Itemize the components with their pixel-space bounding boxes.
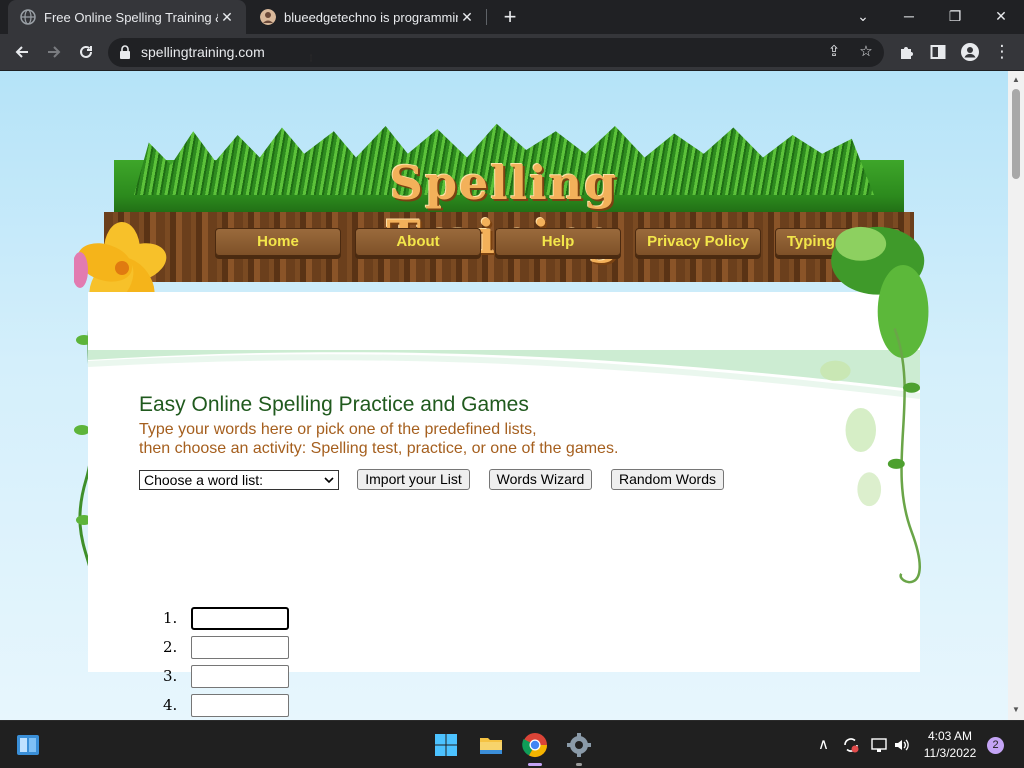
side-panel-icon[interactable] xyxy=(924,38,952,66)
notification-badge[interactable]: 2 xyxy=(987,737,1004,754)
words-wizard-button[interactable]: Words Wizard xyxy=(489,469,592,490)
close-window-button[interactable]: ✕ xyxy=(978,0,1024,34)
chevron-down-icon xyxy=(324,477,334,484)
tab-strip: Free Online Spelling Training & G ✕ blue… xyxy=(0,0,1024,34)
reload-icon[interactable] xyxy=(72,38,100,66)
close-tab-icon[interactable]: ✕ xyxy=(458,9,476,26)
lock-icon xyxy=(120,45,130,59)
page-heading: Easy Online Spelling Practice and Games xyxy=(139,393,529,416)
scroll-up-icon[interactable]: ▲ xyxy=(1008,75,1024,84)
word-list-select[interactable]: Choose a word list: xyxy=(139,470,339,490)
widgets-icon[interactable] xyxy=(14,731,42,759)
network-icon[interactable] xyxy=(870,736,888,754)
tab-search-button[interactable]: ⌄ xyxy=(840,0,886,34)
page-viewport: Spelling Training Home About Help Privac… xyxy=(0,71,1008,720)
settings-gear-icon[interactable] xyxy=(565,731,593,759)
text-cursor-icon xyxy=(310,54,312,62)
row-number: 3. xyxy=(163,667,178,685)
profile-avatar-icon[interactable] xyxy=(956,38,984,66)
close-tab-icon[interactable]: ✕ xyxy=(218,9,236,26)
globe-icon xyxy=(20,9,36,25)
extensions-puzzle-icon[interactable] xyxy=(892,38,920,66)
pink-petal-icon xyxy=(74,252,88,288)
row-number: 4. xyxy=(163,696,178,714)
file-explorer-icon[interactable] xyxy=(477,731,505,759)
active-app-indicator xyxy=(528,763,542,766)
clock-date: 11/3/2022 xyxy=(923,746,977,760)
restore-button[interactable]: ❐ xyxy=(932,0,978,34)
word-input-2[interactable] xyxy=(191,635,289,659)
windows-start-icon[interactable] xyxy=(432,731,460,759)
bookmark-star-icon[interactable]: ☆ xyxy=(856,42,876,60)
running-app-indicator xyxy=(576,763,582,766)
subtitle-line-1: Type your words here or pick one of the … xyxy=(139,421,537,438)
windows-taskbar: ∧ 4:03 AM 11/3/2022 2 xyxy=(0,720,1024,768)
chrome-icon[interactable] xyxy=(521,731,549,759)
clock-time: 4:03 AM xyxy=(927,729,973,743)
nav-privacy-policy[interactable]: Privacy Policy xyxy=(635,228,761,256)
row-number: 2. xyxy=(163,638,178,656)
page-scrollbar[interactable]: ▲ ▼ xyxy=(1008,71,1024,720)
row-number: 1. xyxy=(163,609,178,627)
word-list-select-value: Choose a word list: xyxy=(144,472,264,488)
word-input-3[interactable] xyxy=(191,664,289,688)
sync-icon[interactable] xyxy=(842,736,860,754)
word-row-1: 1. xyxy=(163,606,289,630)
new-tab-button[interactable]: + xyxy=(498,4,522,30)
nav-help[interactable]: Help xyxy=(495,228,621,256)
tab-spelling-training[interactable]: Free Online Spelling Training & G ✕ xyxy=(8,0,246,34)
chevron-up-icon[interactable]: ∧ xyxy=(818,735,829,753)
minimize-button[interactable]: ─ xyxy=(886,0,932,34)
back-arrow-icon[interactable] xyxy=(8,38,36,66)
system-clock[interactable]: 4:03 AM 11/3/2022 xyxy=(918,728,982,762)
word-row-4: 4. xyxy=(163,693,289,717)
nav-about[interactable]: About xyxy=(355,228,481,256)
avatar-icon xyxy=(260,9,276,25)
subtitle-line-2: then choose an activity: Spelling test, … xyxy=(139,440,619,457)
volume-icon[interactable] xyxy=(893,736,911,754)
right-leaves-decoration xyxy=(820,226,929,584)
tab-divider xyxy=(486,9,487,25)
browser-toolbar: spellingtraining.com ⇪ ☆ ⋮ xyxy=(0,34,1024,71)
word-row-2: 2. xyxy=(163,635,289,659)
nav-home[interactable]: Home xyxy=(215,228,341,256)
word-row-3: 3. xyxy=(163,664,289,688)
url-text: spellingtraining.com xyxy=(141,44,265,60)
random-words-button[interactable]: Random Words xyxy=(611,469,724,490)
word-input-4[interactable] xyxy=(191,693,289,717)
tab-blueedgetechno[interactable]: blueedgetechno is programming ✕ xyxy=(248,0,486,34)
tab-title: Free Online Spelling Training & G xyxy=(44,9,218,25)
menu-kebab-icon[interactable]: ⋮ xyxy=(988,38,1016,66)
forward-arrow-icon[interactable] xyxy=(40,38,68,66)
tab-title: blueedgetechno is programming xyxy=(284,9,458,25)
word-input-1[interactable] xyxy=(191,606,289,630)
import-list-button[interactable]: Import your List xyxy=(357,469,470,490)
address-bar[interactable]: spellingtraining.com ⇪ ☆ xyxy=(108,38,884,67)
scroll-down-icon[interactable]: ▼ xyxy=(1008,705,1024,714)
scrollbar-thumb[interactable] xyxy=(1012,89,1020,179)
share-icon[interactable]: ⇪ xyxy=(824,42,844,60)
